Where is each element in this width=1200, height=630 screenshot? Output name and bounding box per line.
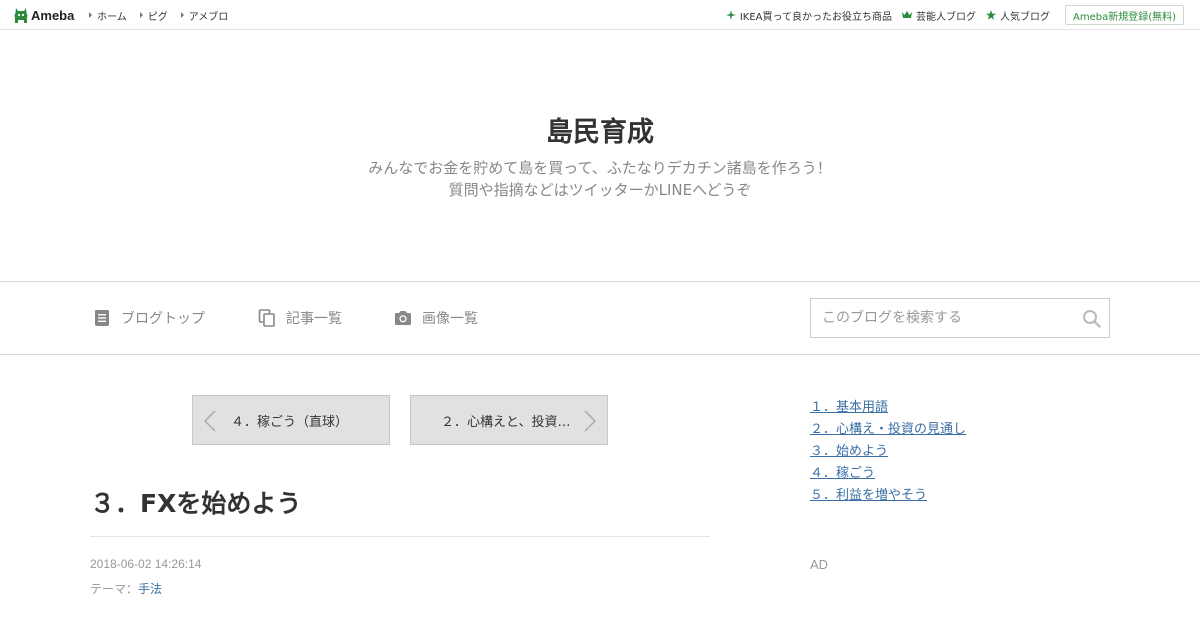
ad-label: AD xyxy=(810,557,829,572)
blog-description-line: みんなでお金を貯めて島を買って、ふたなりデカチン諸島を作ろう！ xyxy=(368,159,832,177)
star-icon xyxy=(985,10,996,20)
prev-article-button[interactable]: ４．稼ごう（直球） xyxy=(192,395,390,445)
ikea-link-label: IKEA買って良かったお役立ち商品 xyxy=(739,11,892,23)
theme-link[interactable]: 手法 xyxy=(138,582,162,596)
blog-description-line: 質問や指摘などはツイッターかLINEへどうぞ xyxy=(448,181,752,199)
list-item: ５．利益を増やそう xyxy=(810,485,966,507)
chevron-right-icon xyxy=(584,410,597,432)
article-theme: テーマ：手法 xyxy=(90,580,162,597)
search-icon[interactable] xyxy=(1082,309,1101,328)
sidebar-link-mindset[interactable]: ２．心構え・投資の見通し xyxy=(810,422,966,437)
tab-article-list[interactable]: 記事一覧 xyxy=(258,282,342,354)
popular-blog-label: 人気ブログ xyxy=(999,11,1050,23)
chevron-left-icon xyxy=(203,410,216,432)
tab-blog-top[interactable]: ブログトップ xyxy=(93,282,205,354)
blog-search xyxy=(810,298,1110,338)
ameba-logo[interactable]: Ameba xyxy=(13,6,74,24)
celebrity-blog-link[interactable]: 芸能人ブログ xyxy=(901,8,976,23)
list-item: ４．稼ごう xyxy=(810,463,966,485)
global-nav-label: ホーム xyxy=(97,11,127,23)
popular-blog-link[interactable]: 人気ブログ xyxy=(985,8,1050,23)
list-item: １．基本用語 xyxy=(810,397,966,419)
sidebar-link-getting-started[interactable]: ３．始めよう xyxy=(810,444,888,459)
ameba-mascot-icon xyxy=(14,8,28,23)
ikea-link[interactable]: IKEA買って良かったお役立ち商品 xyxy=(725,8,892,23)
list-item: ２．心構え・投資の見通し xyxy=(810,419,966,441)
sidebar-link-basic-terms[interactable]: １．基本用語 xyxy=(810,400,888,415)
search-input[interactable] xyxy=(811,300,1071,336)
sparkle-icon xyxy=(725,10,736,20)
document-icon xyxy=(95,310,109,326)
sidebar-link-list: １．基本用語 ２．心構え・投資の見通し ３．始めよう ４．稼ごう ５．利益を増や… xyxy=(810,397,966,507)
triangle-right-icon xyxy=(89,12,92,18)
global-nav-label: アメブロ xyxy=(188,11,229,23)
global-nav-ameblo[interactable]: アメブロ xyxy=(180,8,229,23)
blog-title[interactable]: 島民育成 xyxy=(0,110,1200,149)
blog-navbar: ブログトップ 記事一覧 画像一覧 xyxy=(0,281,1200,355)
celebrity-blog-label: 芸能人ブログ xyxy=(915,11,976,23)
signup-button[interactable]: Ameba新規登録(無料) xyxy=(1064,5,1184,25)
global-nav: ホーム ピグ アメブロ xyxy=(89,0,241,30)
prev-article-label: ４．稼ごう（直球） xyxy=(231,414,349,430)
theme-prefix: テーマ： xyxy=(90,582,139,596)
tab-label: 画像一覧 xyxy=(422,311,478,327)
tab-label: 記事一覧 xyxy=(286,311,342,327)
list-item: ３．始めよう xyxy=(810,441,966,463)
triangle-right-icon xyxy=(139,12,143,18)
copy-icon xyxy=(258,309,275,327)
header-right-links: IKEA買って良かったお役立ち商品 芸能人ブログ 人気ブログ Ameba新規登録… xyxy=(725,0,1184,30)
global-nav-label: ピグ xyxy=(147,11,168,23)
article-date: 2018-06-02 14:26:14 xyxy=(90,557,202,571)
tab-image-list[interactable]: 画像一覧 xyxy=(394,282,478,354)
crown-icon xyxy=(901,11,912,18)
logo-text: Ameba xyxy=(31,7,75,23)
global-header: Ameba ホーム ピグ アメブロ IKEA買って良かったお役立ち商品 芸能人ブ… xyxy=(0,0,1200,30)
global-nav-home[interactable]: ホーム xyxy=(89,8,127,23)
sidebar-link-increase-profit[interactable]: ５．利益を増やそう xyxy=(810,488,927,503)
camera-icon xyxy=(395,311,411,325)
global-nav-pigg[interactable]: ピグ xyxy=(139,8,168,23)
article-title[interactable]: ３．FXを始めよう xyxy=(90,484,301,520)
sidebar-link-earn[interactable]: ４．稼ごう xyxy=(810,466,875,481)
blog-description: みんなでお金を貯めて島を買って、ふたなりデカチン諸島を作ろう！ 質問や指摘などは… xyxy=(0,157,1200,201)
divider xyxy=(90,536,710,537)
tab-label: ブログトップ xyxy=(121,311,205,327)
triangle-right-icon xyxy=(180,12,184,18)
next-article-button[interactable]: ２．心構えと、投資… xyxy=(410,395,608,445)
next-article-label: ２．心構えと、投資… xyxy=(441,414,571,430)
